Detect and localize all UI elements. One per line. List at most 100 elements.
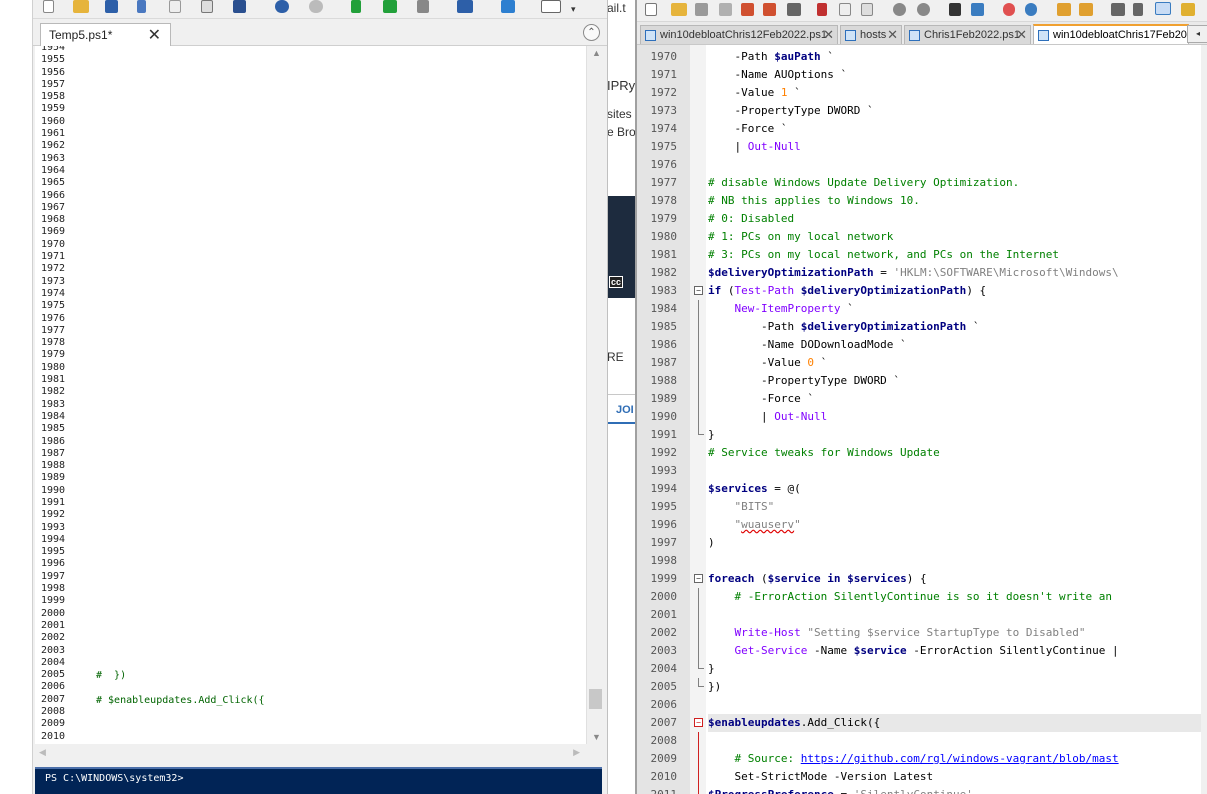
paste-icon[interactable] xyxy=(861,3,873,16)
save-icon[interactable] xyxy=(695,3,708,16)
show-all-chars-icon[interactable] xyxy=(1133,3,1143,16)
code-text: Get-Service -Name $service -ErrorAction … xyxy=(708,642,1118,660)
npp-editor[interactable]: 1970 -Path $auPath ` 1971 -Name AUOptions… xyxy=(637,45,1201,794)
fold-guide xyxy=(698,318,699,336)
code-token: $deliveryOptimizationPath xyxy=(800,284,967,297)
line-number: 1989 xyxy=(650,392,678,405)
scroll-thumb[interactable] xyxy=(589,689,602,709)
code-token: # Service tweaks for Windows Update xyxy=(708,446,940,459)
fold-toggle-icon[interactable]: − xyxy=(694,574,703,583)
console-prompt: PS C:\WINDOWS\system32> xyxy=(45,773,184,784)
tab-close-icon[interactable]: ✕ xyxy=(823,27,834,43)
code-text: "BITS" xyxy=(708,498,774,516)
scroll-down-icon[interactable]: ▼ xyxy=(592,732,601,742)
sync-horizontal-icon[interactable] xyxy=(1079,3,1093,16)
zoom-in-icon[interactable] xyxy=(1003,3,1015,16)
copy-icon[interactable] xyxy=(839,3,851,16)
ise-line-number: 1974 xyxy=(41,287,66,299)
scroll-left-icon[interactable]: ◀ xyxy=(39,747,46,758)
code-text: $ProgressPreference = 'SilentlyContinue' xyxy=(708,786,973,794)
stop-icon[interactable] xyxy=(417,0,429,13)
new-file-icon[interactable] xyxy=(645,3,657,16)
scroll-up-icon[interactable]: ▲ xyxy=(592,48,601,58)
cut-icon[interactable] xyxy=(137,0,146,13)
redo-icon[interactable] xyxy=(917,3,930,16)
save-icon[interactable] xyxy=(105,0,118,13)
replace-icon[interactable] xyxy=(971,3,984,16)
sync-vertical-icon[interactable] xyxy=(1057,3,1071,16)
line-number: 2000 xyxy=(650,590,678,603)
line-number: 2004 xyxy=(650,662,678,675)
cut-icon[interactable] xyxy=(817,3,827,16)
zoom-out-icon[interactable] xyxy=(1025,3,1037,16)
copy-icon[interactable] xyxy=(169,0,181,13)
clear-icon[interactable] xyxy=(233,0,246,13)
undo-icon[interactable] xyxy=(275,0,289,13)
code-token: # Source: xyxy=(708,752,801,765)
npp-vertical-scrollbar[interactable] xyxy=(1201,45,1207,794)
ise-tabstrip: Temp5.ps1* ✕ ⌃ xyxy=(33,19,607,46)
tab-close-icon[interactable]: ✕ xyxy=(887,27,898,43)
ise-horizontal-scrollbar[interactable]: ◀ ▶ xyxy=(35,744,586,762)
bg-join-tab[interactable]: JOI xyxy=(608,398,635,424)
ise-line-numbers: 1954 1955 1956 1957 1958 1959 1960 1961 1962 1963… xyxy=(35,46,79,743)
scroll-right-icon[interactable]: ▶ xyxy=(573,747,580,758)
fold-toggle-icon[interactable]: − xyxy=(694,718,703,727)
layout-icon[interactable] xyxy=(541,0,561,13)
indent-guide-icon[interactable] xyxy=(1155,2,1171,15)
code-line: 2011 $ProgressPreference = 'SilentlyConti… xyxy=(637,786,1201,794)
code-token: Set-StrictMode -Version Latest xyxy=(708,770,934,783)
code-token: $deliveryOptimizationPath xyxy=(708,266,874,279)
line-number: 1993 xyxy=(650,464,678,477)
tab-hosts[interactable]: hosts ✕ xyxy=(840,25,902,44)
remote-tab-icon[interactable] xyxy=(457,0,473,13)
fold-toggle-icon[interactable]: − xyxy=(694,286,703,295)
tab-scroll-left-icon[interactable]: ◂ xyxy=(1187,25,1207,43)
tab-chris1feb[interactable]: Chris1Feb2022.ps1 ✕ xyxy=(904,25,1031,44)
code-token: $service xyxy=(853,644,907,657)
close-icon[interactable] xyxy=(741,3,754,16)
run-icon[interactable] xyxy=(351,0,361,13)
tab-win10debloat-12feb[interactable]: win10debloatChris12Feb2022.ps1 ✕ xyxy=(640,25,838,44)
code-text: # 1: PCs on my local network xyxy=(708,228,893,246)
code-line: 1996 "wuauserv" xyxy=(637,516,1201,534)
toolbar-overflow-icon[interactable]: ▾ xyxy=(571,4,579,14)
undo-icon[interactable] xyxy=(893,3,906,16)
new-file-icon[interactable] xyxy=(43,0,54,13)
code-token: $enableupdates xyxy=(708,716,801,729)
collapse-script-pane-icon[interactable]: ⌃ xyxy=(583,24,600,41)
code-line: 2007 − $enableupdates.Add_Click({ xyxy=(637,714,1201,732)
run-selection-icon[interactable] xyxy=(383,0,397,13)
redo-icon[interactable] xyxy=(309,0,323,13)
save-all-icon[interactable] xyxy=(719,3,732,16)
close-all-icon[interactable] xyxy=(763,3,776,16)
line-number: 2001 xyxy=(650,608,678,621)
ise-line-number: 1968 xyxy=(41,214,66,226)
print-icon[interactable] xyxy=(787,3,801,16)
ise-line-number: 2006 xyxy=(41,681,66,693)
code-token: in xyxy=(827,572,841,585)
code-text: # 3: PCs on my local network, and PCs on… xyxy=(708,246,1059,264)
tab-win10debloat-17feb[interactable]: win10debloatChris17Feb2022.ps1 xyxy=(1033,24,1189,44)
start-powershell-icon[interactable] xyxy=(501,0,515,13)
npp-code-lines: 1970 -Path $auPath ` 1971 -Name AUOptions… xyxy=(637,48,1201,794)
ise-line-number: 1983 xyxy=(41,398,66,410)
open-folder-icon[interactable] xyxy=(671,3,687,16)
find-icon[interactable] xyxy=(949,3,961,16)
tab-close-icon[interactable]: ✕ xyxy=(148,25,161,45)
ise-script-editor[interactable]: 1954 1955 1956 1957 1958 1959 1960 1961 1962 1963… xyxy=(35,46,586,744)
ise-line-number: 1992 xyxy=(41,509,66,521)
code-text: if (Test-Path $deliveryOptimizationPath)… xyxy=(708,282,986,300)
tab-close-icon[interactable]: ✕ xyxy=(1016,27,1027,43)
tab-temp5[interactable]: Temp5.ps1* ✕ xyxy=(40,23,171,46)
ise-vertical-scrollbar[interactable]: ▲ ▼ xyxy=(586,46,604,744)
code-token: = @( xyxy=(767,482,801,495)
ise-console-pane[interactable]: PS C:\WINDOWS\system32> xyxy=(35,767,602,794)
code-token: } xyxy=(708,662,715,675)
line-number: 1997 xyxy=(650,536,678,549)
open-folder-icon[interactable] xyxy=(73,0,89,13)
word-wrap-icon[interactable] xyxy=(1111,3,1125,16)
code-token: https://github.com/rgl/windows-vagrant/b… xyxy=(800,752,1119,765)
doc-map-icon[interactable] xyxy=(1181,3,1195,16)
paste-icon[interactable] xyxy=(201,0,213,13)
